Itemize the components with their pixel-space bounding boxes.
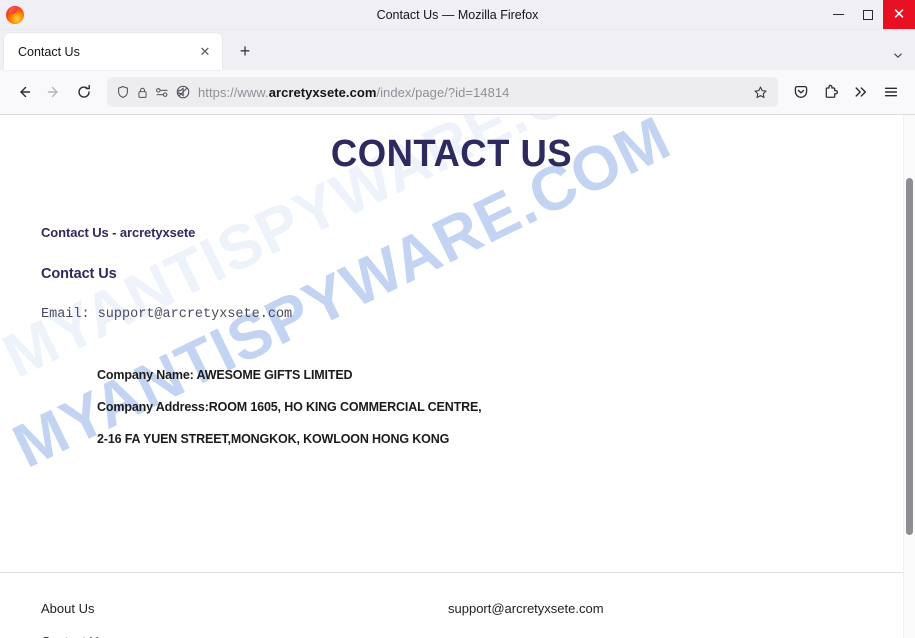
permissions-icon[interactable] [155,86,170,99]
window-controls: ✕ [823,0,915,29]
close-icon: ✕ [892,6,906,23]
forward-button[interactable] [39,77,69,107]
page-lead-text: Contact Us - arcretyxsete [41,225,196,240]
url-host: arcretyxsete.com [268,84,377,100]
page-title: CONTACT US [330,133,573,175]
page-content: CONTACT US Contact Us - arcretyxsete Con… [0,133,903,446]
footer-row: About Us Contact Us support@arcretyxsete… [0,573,903,638]
url-prefix: https://www. [198,84,269,100]
url-path: /index/page/?id=14814 [376,84,510,100]
company-details: Company Name: AWESOME GIFTS LIMITED Comp… [97,368,903,446]
company-address-line-1: Company Address:ROOM 1605, HO KING COMME… [97,400,482,414]
window-titlebar: Contact Us — Mozilla Firefox ✕ [0,0,915,30]
autoplay-blocked-icon[interactable] [176,85,190,99]
maximize-icon [863,9,873,20]
company-name: Company Name: AWESOME GIFTS LIMITED [97,368,353,382]
window-title: Contact Us — Mozilla Firefox [376,7,539,22]
footer-link-list: About Us Contact Us [41,601,421,638]
url-bar[interactable]: https://www.arcretyxsete.com/index/page/… [107,77,778,107]
list-all-tabs-button[interactable] [891,48,905,62]
tab-close-icon[interactable]: ✕ [196,43,214,61]
footer-link-contact-us[interactable]: Contact Us [41,634,421,638]
scrollbar-thumb[interactable] [906,178,913,535]
shield-icon[interactable] [116,85,130,99]
firefox-logo-icon [6,5,24,24]
section-heading-contact-us: Contact Us [41,266,117,282]
minimize-button[interactable] [823,0,853,29]
app-menu-button[interactable] [876,77,906,107]
browser-viewport: MYANTISPYWARE.COM MYANTISPYWARE.COM CONT… [0,115,915,638]
tab-label: Contact Us [18,44,80,59]
web-page: MYANTISPYWARE.COM MYANTISPYWARE.COM CONT… [0,115,915,638]
page-footer: About Us Contact Us support@arcretyxsete… [0,572,903,638]
footer-link-about-us[interactable]: About Us [41,601,421,616]
tab-strip: Contact Us ✕ + [0,30,915,70]
url-text[interactable]: https://www.arcretyxsete.com/index/page/… [196,85,742,100]
maximize-button[interactable] [853,0,883,29]
reload-button[interactable] [69,77,99,107]
back-button[interactable] [9,77,39,107]
footer-support-email: support@arcretyxsete.com [448,601,604,616]
pocket-button[interactable] [786,77,816,107]
tab-contact-us[interactable]: Contact Us ✕ [4,33,222,70]
page-scrollbar[interactable] [903,115,915,638]
contact-email-line: Email: support@arcretyxsete.com [41,307,293,322]
overflow-button[interactable] [846,77,876,107]
bookmark-star-icon[interactable] [748,80,772,104]
close-button[interactable]: ✕ [883,0,915,29]
minimize-icon [832,14,844,15]
navigation-toolbar: https://www.arcretyxsete.com/index/page/… [0,70,915,115]
new-tab-button[interactable]: + [230,36,260,66]
lock-icon[interactable] [136,86,149,99]
company-address-line-2: 2-16 FA YUEN STREET,MONGKOK, KOWLOON HON… [97,432,450,446]
extensions-button[interactable] [816,77,846,107]
